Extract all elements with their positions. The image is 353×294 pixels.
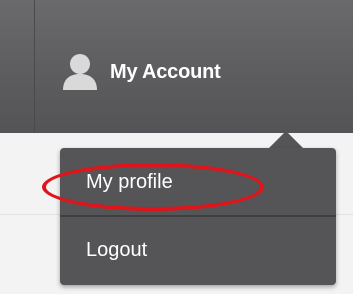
topbar-divider xyxy=(34,0,35,133)
my-profile-label: My profile xyxy=(86,170,173,193)
my-account-button[interactable]: My Account xyxy=(62,48,221,96)
logout-label: Logout xyxy=(86,238,148,261)
dropdown-caret xyxy=(269,131,303,148)
my-account-label: My Account xyxy=(110,60,221,83)
my-profile-menu-item[interactable]: My profile xyxy=(60,148,336,216)
account-dropdown-menu: My profile Logout xyxy=(60,148,336,285)
user-icon xyxy=(62,50,106,94)
logout-menu-item[interactable]: Logout xyxy=(60,216,336,284)
